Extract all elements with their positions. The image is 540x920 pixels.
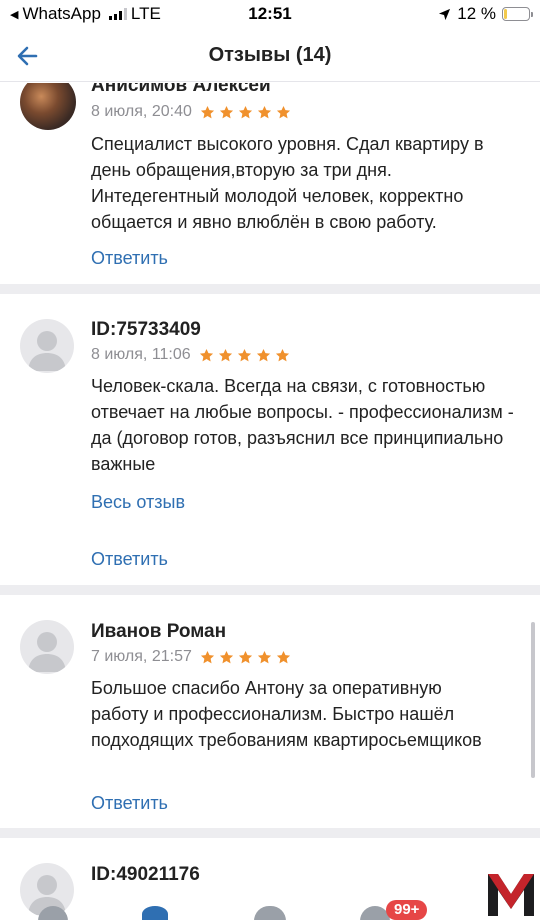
back-button[interactable] (14, 40, 50, 72)
review-meta: 7 июля, 21:57 (91, 648, 291, 666)
star-icon (200, 650, 214, 663)
star-icon (219, 105, 233, 118)
reply-button[interactable]: Ответить (91, 793, 168, 814)
star-icon (219, 650, 233, 663)
notifications-badge: 99+ (386, 900, 428, 920)
star-icon (238, 105, 252, 118)
user-placeholder-icon (28, 331, 66, 371)
review-card: Иванов Роман 7 июля, 21:57 Большое спаси… (0, 595, 540, 828)
review-text: Большое спасибо Антону за оперативную ра… (91, 678, 482, 750)
star-icon (276, 650, 290, 663)
m-logo-watermark (488, 874, 534, 916)
review-date: 8 июля, 11:06 (91, 346, 191, 363)
avatar (20, 319, 74, 373)
avatar (20, 620, 74, 674)
reviews-list[interactable]: Анисимов Алексей 8 июля, 20:40 Специалис… (0, 83, 540, 920)
read-full-review-link[interactable]: Весь отзыв (91, 492, 185, 513)
review-date: 7 июля, 21:57 (91, 648, 192, 665)
review-card: Анисимов Алексей 8 июля, 20:40 Специалис… (0, 83, 540, 284)
review-meta: 8 июля, 20:40 (91, 103, 291, 121)
star-icon (200, 105, 214, 118)
review-author: Иванов Роман (91, 621, 227, 642)
divider (0, 284, 540, 294)
reply-button[interactable]: Ответить (91, 549, 168, 570)
rating-stars (199, 348, 290, 363)
tab-profile-icon[interactable] (142, 906, 168, 920)
star-icon (256, 348, 270, 361)
battery-icon (502, 7, 533, 21)
review-text: Человек-скала. Всегда на связи, с готовн… (91, 376, 514, 474)
location-arrow-icon (439, 8, 451, 20)
review-meta: 8 июля, 11:06 (91, 346, 290, 364)
rating-stars (200, 105, 291, 120)
review-card: ID:75733409 8 июля, 11:06 Человек-скала.… (0, 294, 540, 585)
star-icon (237, 348, 251, 361)
review-author: ID:75733409 (91, 319, 201, 340)
star-icon (257, 650, 271, 663)
star-icon (218, 348, 232, 361)
divider (0, 585, 540, 595)
review-date: 8 июля, 20:40 (91, 103, 192, 120)
divider (0, 828, 540, 838)
star-icon (276, 105, 290, 118)
star-icon (238, 650, 252, 663)
scrollbar[interactable] (531, 622, 535, 778)
reply-button[interactable]: Ответить (91, 248, 168, 269)
nav-bar: Отзывы (14) (0, 30, 540, 82)
star-icon (257, 105, 271, 118)
rating-stars (200, 650, 291, 665)
status-bar-right: 12 % (438, 4, 533, 24)
arrow-left-icon (17, 46, 38, 66)
avatar (20, 83, 76, 130)
status-bar: ◀ WhatsApp LTE 12:51 12 % (0, 0, 540, 30)
tab-home-icon[interactable] (38, 906, 68, 920)
battery-percent: 12 % (457, 4, 496, 23)
page-title: Отзывы (14) (208, 44, 332, 66)
review-text: Специалист высокого уровня. Сдал квартир… (91, 134, 484, 232)
star-icon (275, 348, 289, 361)
review-author: Анисимов Алексей (91, 83, 271, 96)
tab-bar (0, 902, 540, 920)
tab-favorites-icon[interactable] (254, 906, 286, 920)
review-author: ID:49021176 (91, 864, 200, 885)
star-icon (199, 348, 213, 361)
user-placeholder-icon (28, 632, 66, 672)
